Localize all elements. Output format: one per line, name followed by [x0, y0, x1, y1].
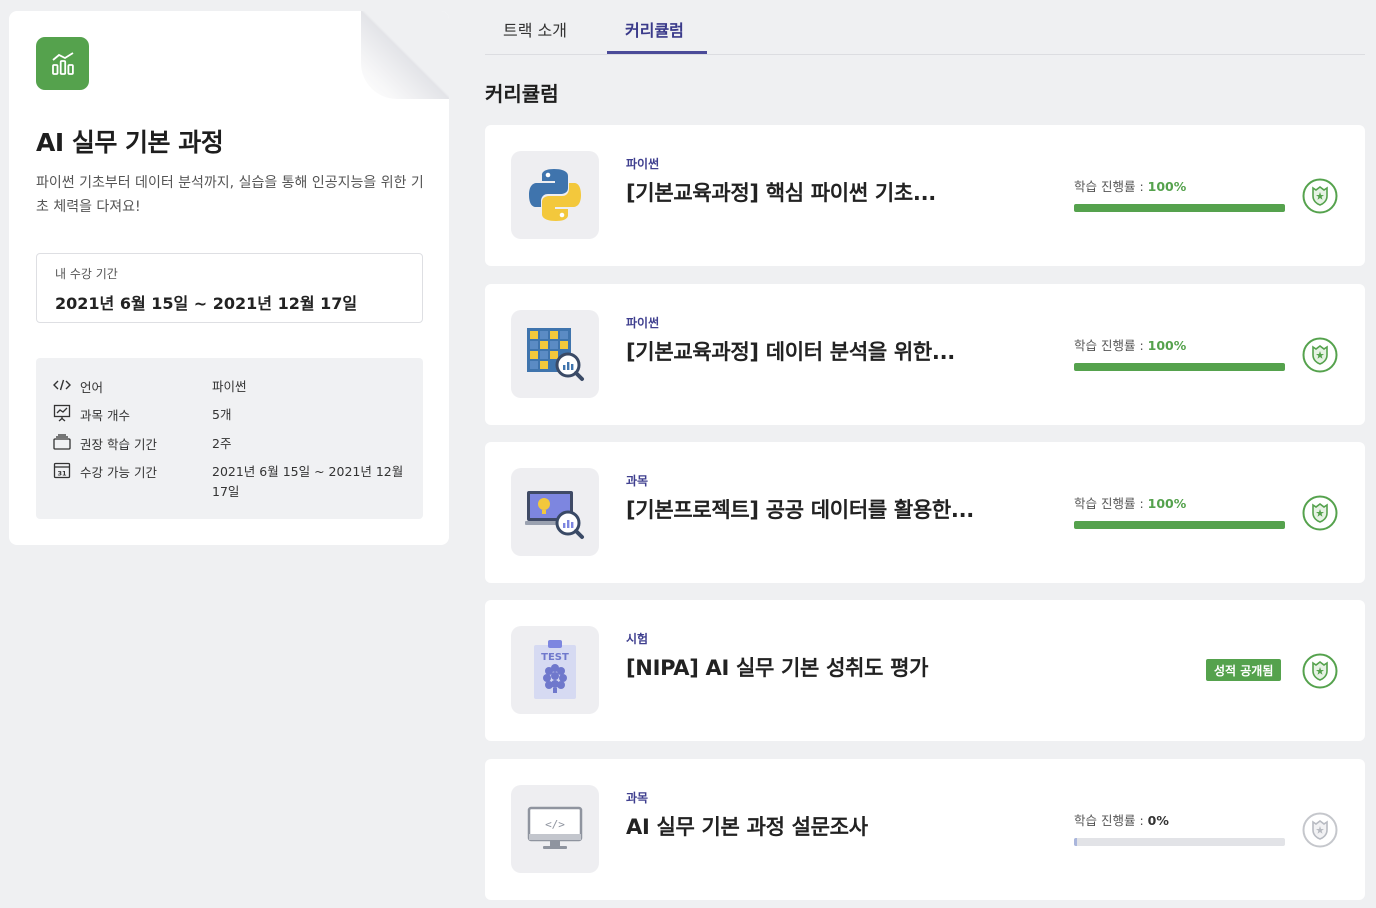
- progress-percent: 100%: [1147, 179, 1187, 194]
- track-info-card: AI 실무 기본 과정 파이썬 기초부터 데이터 분석까지, 실습을 통해 인공…: [9, 11, 449, 545]
- course-card[interactable]: 과목 [기본프로젝트] 공공 데이터를 활용한... 학습 진행률 : 100%: [485, 442, 1365, 583]
- progress-fill: [1074, 363, 1285, 371]
- python-logo-icon: [511, 151, 599, 239]
- progress-bar: [1074, 838, 1285, 846]
- calendar-icon: 31: [52, 461, 72, 479]
- course-card[interactable]: 파이썬 [기본교육과정] 핵심 파이썬 기초... 학습 진행률 : 100%: [485, 125, 1365, 266]
- info-value: 파이썬: [212, 379, 247, 394]
- my-period-box: 내 수강 기간 2021년 6월 15일 ~ 2021년 12월 17일: [36, 253, 423, 323]
- completion-shield-icon: [1302, 178, 1338, 214]
- info-label: 언어: [80, 380, 104, 395]
- monitor-analysis-icon: [511, 468, 599, 556]
- track-title: AI 실무 기본 과정: [36, 128, 224, 157]
- completion-shield-icon: [1302, 495, 1338, 531]
- progress-bar: [1074, 521, 1285, 529]
- stack-icon: [52, 433, 72, 451]
- completion-shield-icon: [1302, 653, 1338, 689]
- progress-prefix: 학습 진행률 :: [1074, 496, 1148, 511]
- info-label: 권장 학습 기간: [80, 437, 157, 452]
- tab-bar: 트랙 소개 커리큘럼: [485, 0, 1365, 55]
- course-title[interactable]: [기본프로젝트] 공공 데이터를 활용한...: [626, 494, 974, 524]
- progress-label: 학습 진행률 : 0%: [1074, 810, 1169, 829]
- progress-label: 학습 진행률 : 100%: [1074, 176, 1186, 195]
- code-icon: [52, 376, 72, 394]
- course-title[interactable]: [기본교육과정] 데이터 분석을 위한...: [626, 336, 955, 366]
- my-period-label: 내 수강 기간: [55, 267, 118, 281]
- course-card[interactable]: 파이썬 [기본교육과정] 데이터 분석을 위한... 학습 진행률 : 100%: [485, 284, 1365, 425]
- my-period-value: 2021년 6월 15일 ~ 2021년 12월 17일: [55, 294, 358, 313]
- course-category: 과목: [626, 474, 649, 488]
- section-title: 커리큘럼: [485, 82, 559, 106]
- incomplete-shield-icon: [1302, 812, 1338, 848]
- progress-fill: [1074, 838, 1077, 846]
- course-title[interactable]: [기본교육과정] 핵심 파이썬 기초...: [626, 177, 936, 207]
- progress-percent: 0%: [1147, 813, 1169, 828]
- completion-shield-icon: [1302, 337, 1338, 373]
- svg-text:31: 31: [57, 470, 67, 478]
- progress-fill: [1074, 204, 1285, 212]
- test-brain-icon: TEST: [511, 626, 599, 714]
- progress-label: 학습 진행률 : 100%: [1074, 335, 1186, 354]
- track-details-box: 언어 파이썬 과목 개수 5개 권장 학습 기간 2주 31 수강 가능 기간 …: [36, 358, 423, 519]
- presentation-chart-icon: [52, 404, 72, 422]
- progress-prefix: 학습 진행률 :: [1074, 813, 1148, 828]
- progress-percent: 100%: [1147, 338, 1187, 353]
- course-title[interactable]: [NIPA] AI 실무 기본 성취도 평가: [626, 652, 929, 682]
- progress-percent: 100%: [1147, 496, 1187, 511]
- progress-prefix: 학습 진행률 :: [1074, 179, 1148, 194]
- info-label: 과목 개수: [80, 408, 130, 423]
- svg-text:</>: </>: [545, 818, 565, 831]
- course-category: 과목: [626, 791, 649, 805]
- course-category: 파이썬: [626, 316, 660, 330]
- tab-track-intro[interactable]: 트랙 소개: [503, 17, 567, 41]
- data-table-search-icon: [511, 310, 599, 398]
- grade-released-badge: 성적 공개됨: [1206, 659, 1282, 681]
- progress-bar: [1074, 363, 1285, 371]
- info-value: 2021년 6월 15일 ~ 2021년 12월 17일: [212, 464, 404, 499]
- course-card[interactable]: TEST 시험 [NIPA] AI 실무 기본 성취도 평가 성적 공개됨: [485, 600, 1365, 741]
- course-category: 파이썬: [626, 157, 660, 171]
- tab-curriculum[interactable]: 커리큘럼: [625, 17, 684, 41]
- track-chart-icon: [36, 37, 89, 90]
- monitor-code-icon: </>: [511, 785, 599, 873]
- info-value: 5개: [212, 407, 232, 422]
- info-label: 수강 가능 기간: [80, 465, 157, 480]
- track-description: 파이썬 기초부터 데이터 분석까지, 실습을 통해 인공지능을 위한 기초 체력…: [36, 175, 424, 215]
- course-card[interactable]: </> 과목 AI 실무 기본 과정 설문조사 학습 진행률 : 0%: [485, 759, 1365, 900]
- progress-fill: [1074, 521, 1285, 529]
- folded-corner-decoration: [361, 11, 449, 99]
- progress-prefix: 학습 진행률 :: [1074, 338, 1148, 353]
- svg-text:TEST: TEST: [541, 652, 569, 663]
- active-tab-indicator: [607, 51, 707, 54]
- course-category: 시험: [626, 632, 649, 646]
- progress-label: 학습 진행률 : 100%: [1074, 493, 1186, 512]
- progress-bar: [1074, 204, 1285, 212]
- info-value: 2주: [212, 436, 232, 451]
- course-title[interactable]: AI 실무 기본 과정 설문조사: [626, 811, 868, 841]
